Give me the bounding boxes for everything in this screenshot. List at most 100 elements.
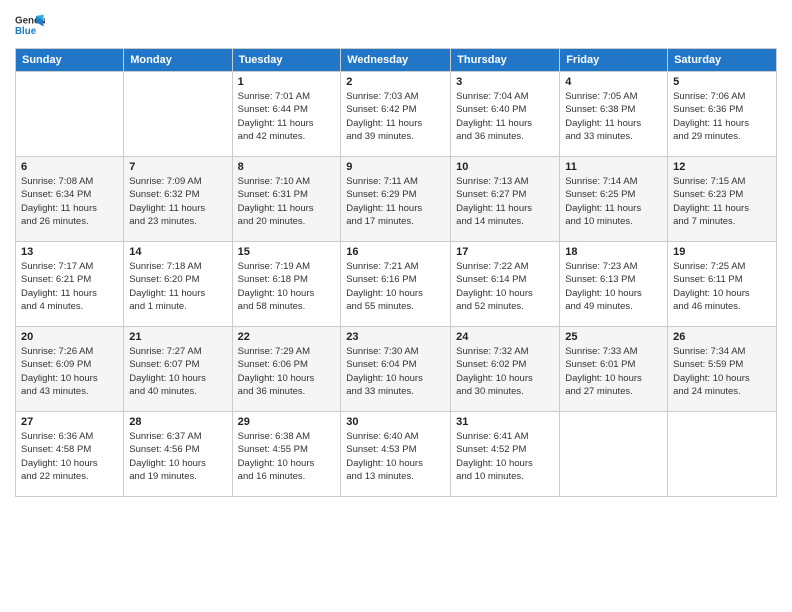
day-number: 24: [456, 331, 554, 343]
day-info: Sunrise: 7:15 AM Sunset: 6:23 PM Dayligh…: [673, 175, 771, 228]
day-info: Sunrise: 6:38 AM Sunset: 4:55 PM Dayligh…: [238, 430, 336, 483]
calendar-cell: 13Sunrise: 7:17 AM Sunset: 6:21 PM Dayli…: [16, 242, 124, 327]
calendar-cell: 12Sunrise: 7:15 AM Sunset: 6:23 PM Dayli…: [668, 157, 777, 242]
calendar-table: SundayMondayTuesdayWednesdayThursdayFrid…: [15, 48, 777, 497]
day-info: Sunrise: 7:26 AM Sunset: 6:09 PM Dayligh…: [21, 345, 118, 398]
day-header-saturday: Saturday: [668, 49, 777, 72]
day-number: 22: [238, 331, 336, 343]
day-info: Sunrise: 7:32 AM Sunset: 6:02 PM Dayligh…: [456, 345, 554, 398]
day-info: Sunrise: 7:23 AM Sunset: 6:13 PM Dayligh…: [565, 260, 662, 313]
calendar-cell: 24 Sunrise: 7:32 AM Sunset: 6:02 PM Dayli…: [451, 327, 560, 412]
day-number: 25: [565, 331, 662, 343]
day-number: 16: [346, 246, 445, 258]
day-number: 2: [346, 76, 445, 88]
day-number: 26: [673, 331, 771, 343]
calendar-cell: 31Sunrise: 6:41 AM Sunset: 4:52 PM Dayli…: [451, 412, 560, 497]
calendar-cell: 22 Sunrise: 7:29 AM Sunset: 6:06 PM Dayli…: [232, 327, 341, 412]
day-info: Sunrise: 6:40 AM Sunset: 4:53 PM Dayligh…: [346, 430, 445, 483]
calendar-cell: 26 Sunrise: 7:34 AM Sunset: 5:59 PM Dayli…: [668, 327, 777, 412]
day-number: 18: [565, 246, 662, 258]
day-number: 28: [129, 416, 226, 428]
calendar-cell: 2 Sunrise: 7:03 AM Sunset: 6:42 PM Daylig…: [341, 72, 451, 157]
calendar-cell: 20 Sunrise: 7:26 AM Sunset: 6:09 PM Dayli…: [16, 327, 124, 412]
day-number: 14: [129, 246, 226, 258]
calendar-cell: [16, 72, 124, 157]
calendar-cell: 9 Sunrise: 7:11 AM Sunset: 6:29 PM Daylig…: [341, 157, 451, 242]
day-header-monday: Monday: [124, 49, 232, 72]
day-number: 27: [21, 416, 118, 428]
day-info: Sunrise: 7:30 AM Sunset: 6:04 PM Dayligh…: [346, 345, 445, 398]
day-number: 13: [21, 246, 118, 258]
day-info: Sunrise: 7:34 AM Sunset: 5:59 PM Dayligh…: [673, 345, 771, 398]
page: General Blue SundayMondayTuesdayWednesda…: [0, 0, 792, 612]
day-info: Sunrise: 7:18 AM Sunset: 6:20 PM Dayligh…: [129, 260, 226, 313]
day-number: 17: [456, 246, 554, 258]
calendar-cell: 16 Sunrise: 7:21 AM Sunset: 6:16 PM Dayli…: [341, 242, 451, 327]
day-info: Sunrise: 6:41 AM Sunset: 4:52 PM Dayligh…: [456, 430, 554, 483]
day-info: Sunrise: 7:01 AM Sunset: 6:44 PM Dayligh…: [238, 90, 336, 143]
day-info: Sunrise: 6:36 AM Sunset: 4:58 PM Dayligh…: [21, 430, 118, 483]
day-info: Sunrise: 6:37 AM Sunset: 4:56 PM Dayligh…: [129, 430, 226, 483]
calendar-cell: [560, 412, 668, 497]
calendar-cell: [668, 412, 777, 497]
logo: General Blue: [15, 10, 45, 40]
day-number: 19: [673, 246, 771, 258]
day-number: 30: [346, 416, 445, 428]
day-header-friday: Friday: [560, 49, 668, 72]
day-info: Sunrise: 7:14 AM Sunset: 6:25 PM Dayligh…: [565, 175, 662, 228]
calendar-cell: 7Sunrise: 7:09 AM Sunset: 6:32 PM Daylig…: [124, 157, 232, 242]
day-header-thursday: Thursday: [451, 49, 560, 72]
calendar-cell: 6 Sunrise: 7:08 AM Sunset: 6:34 PM Daylig…: [16, 157, 124, 242]
day-info: Sunrise: 7:29 AM Sunset: 6:06 PM Dayligh…: [238, 345, 336, 398]
calendar-cell: 15 Sunrise: 7:19 AM Sunset: 6:18 PM Dayli…: [232, 242, 341, 327]
day-info: Sunrise: 7:03 AM Sunset: 6:42 PM Dayligh…: [346, 90, 445, 143]
day-number: 23: [346, 331, 445, 343]
day-info: Sunrise: 7:05 AM Sunset: 6:38 PM Dayligh…: [565, 90, 662, 143]
day-info: Sunrise: 7:06 AM Sunset: 6:36 PM Dayligh…: [673, 90, 771, 143]
calendar-cell: 30 Sunrise: 6:40 AM Sunset: 4:53 PM Dayli…: [341, 412, 451, 497]
day-header-sunday: Sunday: [16, 49, 124, 72]
day-info: Sunrise: 7:08 AM Sunset: 6:34 PM Dayligh…: [21, 175, 118, 228]
calendar-cell: [124, 72, 232, 157]
calendar-cell: 4Sunrise: 7:05 AM Sunset: 6:38 PM Daylig…: [560, 72, 668, 157]
calendar-cell: 23 Sunrise: 7:30 AM Sunset: 6:04 PM Dayli…: [341, 327, 451, 412]
calendar-cell: 8Sunrise: 7:10 AM Sunset: 6:31 PM Daylig…: [232, 157, 341, 242]
day-number: 15: [238, 246, 336, 258]
calendar-header-row: SundayMondayTuesdayWednesdayThursdayFrid…: [16, 49, 777, 72]
calendar-week-row: 1 Sunrise: 7:01 AM Sunset: 6:44 PM Daylig…: [16, 72, 777, 157]
calendar-cell: 17 Sunrise: 7:22 AM Sunset: 6:14 PM Dayli…: [451, 242, 560, 327]
svg-text:Blue: Blue: [15, 26, 37, 37]
calendar-week-row: 6 Sunrise: 7:08 AM Sunset: 6:34 PM Daylig…: [16, 157, 777, 242]
day-number: 3: [456, 76, 554, 88]
day-info: Sunrise: 7:11 AM Sunset: 6:29 PM Dayligh…: [346, 175, 445, 228]
calendar-cell: 11 Sunrise: 7:14 AM Sunset: 6:25 PM Dayli…: [560, 157, 668, 242]
day-info: Sunrise: 7:13 AM Sunset: 6:27 PM Dayligh…: [456, 175, 554, 228]
day-number: 1: [238, 76, 336, 88]
calendar-cell: 14 Sunrise: 7:18 AM Sunset: 6:20 PM Dayli…: [124, 242, 232, 327]
calendar-cell: 3 Sunrise: 7:04 AM Sunset: 6:40 PM Daylig…: [451, 72, 560, 157]
day-info: Sunrise: 7:19 AM Sunset: 6:18 PM Dayligh…: [238, 260, 336, 313]
calendar-cell: 19Sunrise: 7:25 AM Sunset: 6:11 PM Dayli…: [668, 242, 777, 327]
calendar-cell: 25 Sunrise: 7:33 AM Sunset: 6:01 PM Dayli…: [560, 327, 668, 412]
logo-icon: General Blue: [15, 10, 45, 40]
day-number: 9: [346, 161, 445, 173]
day-number: 10: [456, 161, 554, 173]
header: General Blue: [15, 10, 777, 40]
day-header-tuesday: Tuesday: [232, 49, 341, 72]
calendar-cell: 10 Sunrise: 7:13 AM Sunset: 6:27 PM Dayli…: [451, 157, 560, 242]
day-info: Sunrise: 7:22 AM Sunset: 6:14 PM Dayligh…: [456, 260, 554, 313]
calendar-cell: 1 Sunrise: 7:01 AM Sunset: 6:44 PM Daylig…: [232, 72, 341, 157]
day-number: 29: [238, 416, 336, 428]
calendar-cell: 18 Sunrise: 7:23 AM Sunset: 6:13 PM Dayli…: [560, 242, 668, 327]
day-info: Sunrise: 7:10 AM Sunset: 6:31 PM Dayligh…: [238, 175, 336, 228]
day-info: Sunrise: 7:04 AM Sunset: 6:40 PM Dayligh…: [456, 90, 554, 143]
calendar-cell: 21Sunrise: 7:27 AM Sunset: 6:07 PM Dayli…: [124, 327, 232, 412]
day-header-wednesday: Wednesday: [341, 49, 451, 72]
day-number: 6: [21, 161, 118, 173]
calendar-cell: 5Sunrise: 7:06 AM Sunset: 6:36 PM Daylig…: [668, 72, 777, 157]
day-number: 11: [565, 161, 662, 173]
day-info: Sunrise: 7:33 AM Sunset: 6:01 PM Dayligh…: [565, 345, 662, 398]
day-info: Sunrise: 7:21 AM Sunset: 6:16 PM Dayligh…: [346, 260, 445, 313]
day-info: Sunrise: 7:09 AM Sunset: 6:32 PM Dayligh…: [129, 175, 226, 228]
day-number: 20: [21, 331, 118, 343]
